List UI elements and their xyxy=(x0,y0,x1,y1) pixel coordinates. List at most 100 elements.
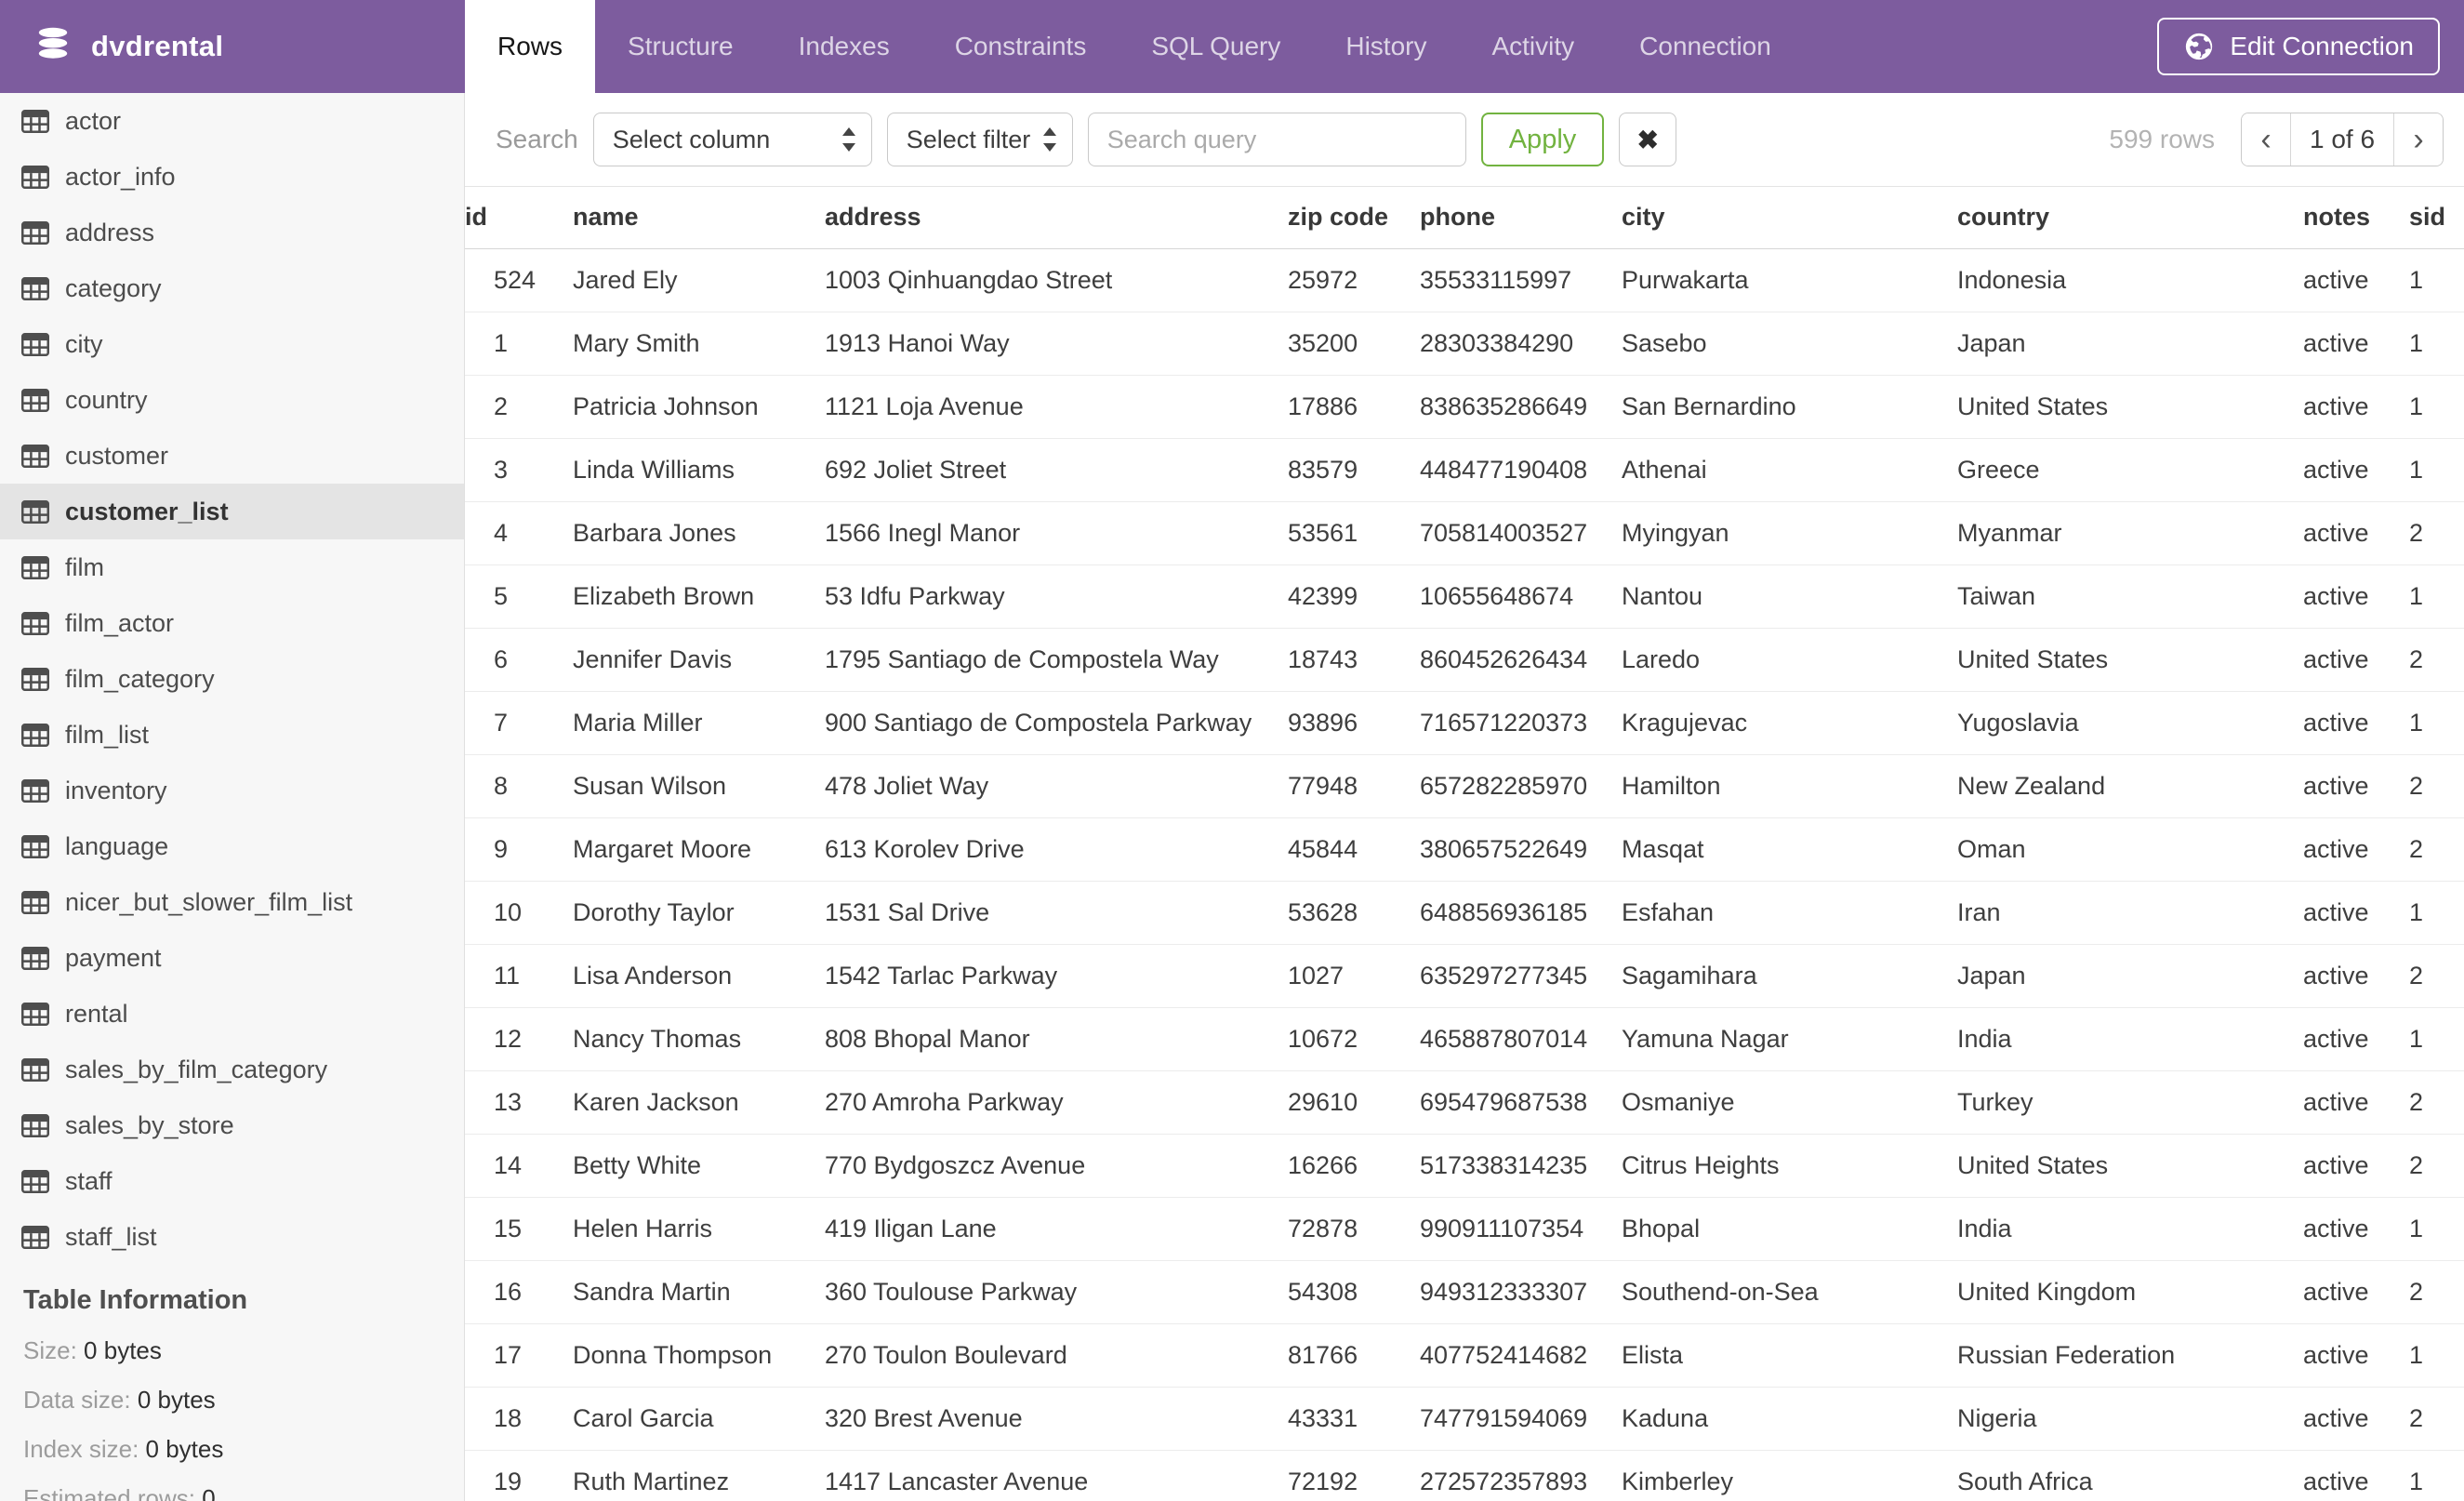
table-row[interactable]: 4 Barbara Jones 1566 Inegl Manor 53561 7… xyxy=(465,501,2464,565)
cell-zip-code: 45844 xyxy=(1288,817,1420,882)
tab[interactable]: Connection xyxy=(1607,0,1804,93)
cell-phone: 716571220373 xyxy=(1420,691,1622,755)
sidebar-table-label: customer xyxy=(65,441,169,470)
sidebar-table-item[interactable]: address xyxy=(0,205,464,260)
column-header-label: phone xyxy=(1420,203,1495,232)
column-header[interactable]: address xyxy=(825,187,1288,249)
column-header[interactable]: phone xyxy=(1420,187,1622,249)
table-info-value: 0 bytes xyxy=(145,1435,224,1463)
table-row[interactable]: 8 Susan Wilson 478 Joliet Way 77948 6572… xyxy=(465,754,2464,818)
table-row[interactable]: 7 Maria Miller 900 Santiago de Compostel… xyxy=(465,691,2464,755)
column-header[interactable]: sid xyxy=(2409,187,2464,249)
tab[interactable]: SQL Query xyxy=(1119,0,1313,93)
tab[interactable]: Indexes xyxy=(766,0,922,93)
cell-notes: active xyxy=(2303,312,2409,376)
cell-country: South Africa xyxy=(1957,1450,2303,1501)
select-column-dropdown[interactable]: Select column xyxy=(592,113,872,166)
cell-zip-code: 53628 xyxy=(1288,881,1420,945)
cell-sid: 2 xyxy=(2409,1387,2464,1451)
table-row[interactable]: 18 Carol Garcia 320 Brest Avenue 43331 7… xyxy=(465,1387,2464,1451)
sidebar-table-item[interactable]: film_category xyxy=(0,651,464,707)
next-page-button[interactable]: › xyxy=(2394,113,2443,166)
table-row[interactable]: 9 Margaret Moore 613 Korolev Drive 45844… xyxy=(465,817,2464,882)
table-row[interactable]: 17 Donna Thompson 270 Toulon Boulevard 8… xyxy=(465,1323,2464,1388)
cell-name: Helen Harris xyxy=(573,1197,825,1261)
sidebar-table-item[interactable]: payment xyxy=(0,930,464,986)
sidebar-table-item[interactable]: inventory xyxy=(0,763,464,818)
tab[interactable]: Structure xyxy=(595,0,766,93)
table-row[interactable]: 15 Helen Harris 419 Iligan Lane 72878 99… xyxy=(465,1197,2464,1261)
table-row[interactable]: 524 Jared Ely 1003 Qinhuangdao Street 25… xyxy=(465,248,2464,312)
cell-name: Patricia Johnson xyxy=(573,375,825,439)
sidebar-table-item[interactable]: sales_by_film_category xyxy=(0,1042,464,1097)
cell-address: 900 Santiago de Compostela Parkway xyxy=(825,691,1288,755)
column-header[interactable]: id xyxy=(465,187,573,249)
column-header[interactable]: city xyxy=(1622,187,1957,249)
prev-page-button[interactable]: ‹ xyxy=(2242,113,2290,166)
cell-phone: 990911107354 xyxy=(1420,1197,1622,1261)
tab[interactable]: Rows xyxy=(465,0,596,93)
table-row[interactable]: 5 Elizabeth Brown 53 Idfu Parkway 42399 … xyxy=(465,565,2464,629)
sidebar-table-item[interactable]: film xyxy=(0,539,464,595)
sidebar-table-item[interactable]: staff xyxy=(0,1153,464,1209)
sidebar-table-item[interactable]: film_actor xyxy=(0,595,464,651)
clear-filter-button[interactable]: ✖ xyxy=(1619,113,1677,166)
sidebar-table-item[interactable]: sales_by_store xyxy=(0,1097,464,1153)
table-body: 524 Jared Ely 1003 Qinhuangdao Street 25… xyxy=(465,248,2464,1501)
cell-name: Donna Thompson xyxy=(573,1323,825,1388)
table-row[interactable]: 2 Patricia Johnson 1121 Loja Avenue 1788… xyxy=(465,375,2464,439)
column-header[interactable]: country xyxy=(1957,187,2303,249)
tab-label: SQL Query xyxy=(1151,32,1281,60)
cell-zip-code: 17886 xyxy=(1288,375,1420,439)
table-row[interactable]: 13 Karen Jackson 270 Amroha Parkway 2961… xyxy=(465,1070,2464,1135)
sidebar-table-item[interactable]: customer_list xyxy=(0,484,464,539)
sidebar-table-item[interactable]: category xyxy=(0,260,464,316)
sidebar-table-item[interactable]: customer xyxy=(0,428,464,484)
sidebar-table-item[interactable]: language xyxy=(0,818,464,874)
column-header-label: city xyxy=(1622,203,1665,232)
sidebar-table-item[interactable]: city xyxy=(0,316,464,372)
cell-notes: active xyxy=(2303,944,2409,1008)
cell-phone: 517338314235 xyxy=(1420,1134,1622,1198)
tab[interactable]: History xyxy=(1313,0,1459,93)
cell-name: Betty White xyxy=(573,1134,825,1198)
table-row[interactable]: 11 Lisa Anderson 1542 Tarlac Parkway 102… xyxy=(465,944,2464,1008)
sidebar-table-item[interactable]: film_list xyxy=(0,707,464,763)
search-query-input[interactable] xyxy=(1087,113,1466,166)
sidebar-table-item[interactable]: actor xyxy=(0,93,464,149)
table-row[interactable]: 16 Sandra Martin 360 Toulouse Parkway 54… xyxy=(465,1260,2464,1324)
column-header[interactable]: zip code xyxy=(1288,187,1420,249)
tab[interactable]: Constraints xyxy=(922,0,1119,93)
cell-sid: 2 xyxy=(2409,1260,2464,1324)
updown-caret-icon xyxy=(841,127,856,152)
sidebar-table-item[interactable]: nicer_but_slower_film_list xyxy=(0,874,464,930)
tab-label: Constraints xyxy=(954,32,1087,60)
table-row[interactable]: 3 Linda Williams 692 Joliet Street 83579… xyxy=(465,438,2464,502)
cell-country: Taiwan xyxy=(1957,565,2303,629)
cell-notes: active xyxy=(2303,1070,2409,1135)
table-information: Table Information Size: 0 bytes Data siz… xyxy=(0,1285,464,1501)
table-row[interactable]: 14 Betty White 770 Bydgoszcz Avenue 1626… xyxy=(465,1134,2464,1198)
tab[interactable]: Activity xyxy=(1459,0,1607,93)
sidebar-table-item[interactable]: staff_list xyxy=(0,1209,464,1265)
apply-button[interactable]: Apply xyxy=(1480,113,1605,166)
sidebar-table-item[interactable]: actor_info xyxy=(0,149,464,205)
column-header[interactable]: name xyxy=(573,187,825,249)
select-filter-dropdown[interactable]: Select filter xyxy=(886,113,1073,166)
table-row[interactable]: 10 Dorothy Taylor 1531 Sal Drive 53628 6… xyxy=(465,881,2464,945)
cell-country: United States xyxy=(1957,628,2303,692)
cell-id: 18 xyxy=(465,1387,573,1451)
sidebar-table-item[interactable]: country xyxy=(0,372,464,428)
sidebar-table-item[interactable]: rental xyxy=(0,986,464,1042)
table-icon xyxy=(21,276,49,300)
cell-notes: active xyxy=(2303,501,2409,565)
edit-connection-button[interactable]: Edit Connection xyxy=(2157,18,2440,75)
cell-phone: 695479687538 xyxy=(1420,1070,1622,1135)
table-row[interactable]: 1 Mary Smith 1913 Hanoi Way 35200 283033… xyxy=(465,312,2464,376)
table-row[interactable]: 19 Ruth Martinez 1417 Lancaster Avenue 7… xyxy=(465,1450,2464,1501)
cell-name: Karen Jackson xyxy=(573,1070,825,1135)
table-row[interactable]: 12 Nancy Thomas 808 Bhopal Manor 10672 4… xyxy=(465,1007,2464,1071)
table-row[interactable]: 6 Jennifer Davis 1795 Santiago de Compos… xyxy=(465,628,2464,692)
column-header[interactable]: notes xyxy=(2303,187,2409,249)
sidebar-table-label: city xyxy=(65,329,103,358)
